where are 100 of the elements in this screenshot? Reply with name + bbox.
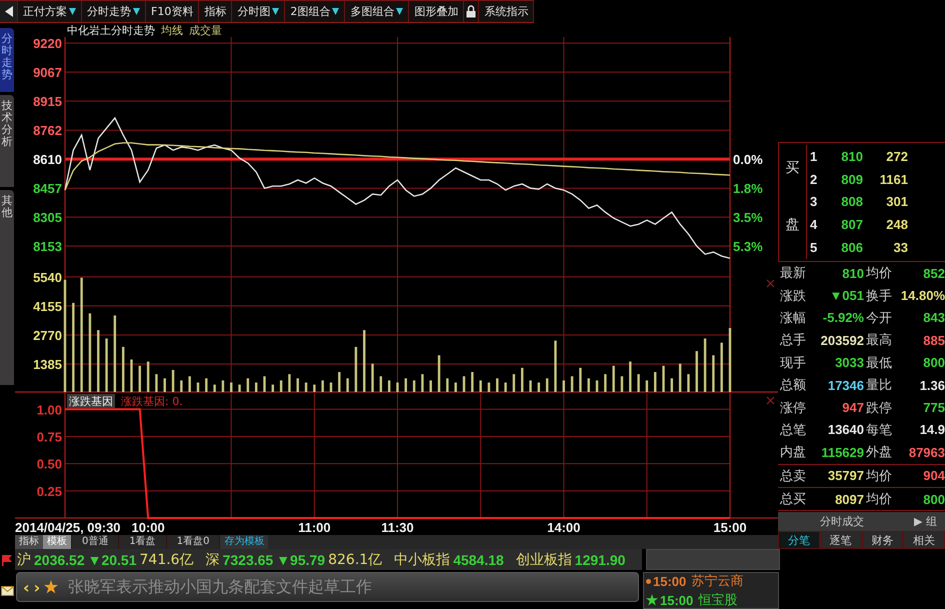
- volume-bar: [388, 380, 390, 392]
- quote-label: 均价: [865, 491, 893, 508]
- side-tab[interactable]: 技术分析: [0, 95, 14, 187]
- volume-bar: [222, 380, 224, 392]
- volume-bar: [562, 380, 565, 392]
- volume-bar: [122, 346, 124, 392]
- time-label: 11:00: [298, 520, 331, 535]
- trade-title: 分时成交: [820, 514, 864, 529]
- volume-bar: [654, 372, 656, 392]
- indicator-legend: 涨跌基因: 0.: [121, 395, 183, 408]
- volume-bar: [479, 380, 482, 392]
- volume-bar: [263, 376, 266, 392]
- volume-bar: [637, 374, 640, 392]
- side-tab[interactable]: 分时走势: [0, 28, 14, 92]
- index-name: 创业板指: [516, 550, 572, 568]
- volume-bar: [288, 374, 291, 392]
- scroll-left-button[interactable]: [0, 1, 18, 22]
- volume-bar: [728, 328, 732, 392]
- quote-value: 885: [922, 332, 945, 348]
- side-tab[interactable]: 其他: [0, 190, 14, 385]
- alert-title[interactable]: 苏宁云商: [691, 572, 744, 590]
- quote-value: 852: [922, 266, 945, 281]
- caret-icon: [332, 8, 340, 15]
- quote-label: 总卖: [779, 468, 807, 485]
- axis-label: 8457: [33, 181, 62, 196]
- volume-bar: [230, 382, 232, 392]
- volume-bar: [438, 355, 440, 392]
- envelope-icon[interactable]: [1, 586, 14, 596]
- volume-bar: [620, 376, 624, 392]
- side-label: 买: [786, 158, 800, 177]
- volume-bar: [430, 380, 432, 392]
- volume-bar: [346, 378, 349, 392]
- indicator-title: 涨跌基因: [67, 394, 115, 408]
- percent-label: 1.8%: [733, 181, 763, 196]
- caret-icon: [272, 8, 280, 15]
- quote-value: 800: [922, 492, 945, 507]
- volume-bar: [646, 380, 648, 392]
- volume-bar: [371, 364, 374, 392]
- trade-tab[interactable]: 财务: [862, 531, 904, 549]
- bid-price: 809: [840, 172, 863, 187]
- time-label: 2014/04/25, 09:30: [15, 520, 121, 535]
- flag-icon[interactable]: [1, 554, 14, 566]
- bid-volume: 248: [885, 217, 908, 232]
- volume-bar: [604, 374, 606, 392]
- level-number: 4: [806, 213, 818, 236]
- quote-value: 87963: [908, 444, 945, 460]
- bid-volume: 33: [892, 240, 908, 256]
- axis-label: 5540: [33, 270, 62, 285]
- volume-bar: [512, 374, 516, 392]
- quote-value: 775: [922, 400, 945, 416]
- alert-time: 15:00: [660, 592, 694, 608]
- level-number: 5: [806, 236, 818, 259]
- expand-button[interactable]: ▶ 组: [914, 514, 937, 529]
- volume-bar: [520, 368, 524, 392]
- axis-label: 9067: [33, 65, 62, 80]
- save-template-button[interactable]: 存为模板: [220, 535, 268, 549]
- volume-bar: [629, 362, 632, 392]
- volume-bar: [546, 378, 548, 392]
- chart-title: 中化岩土分时走势: [67, 24, 155, 37]
- bid-price: 808: [840, 194, 863, 210]
- quote-value: 115629: [820, 444, 864, 460]
- axis-label: 1385: [33, 356, 62, 372]
- axis-label: 0.25: [36, 484, 62, 499]
- quote-value: 35797: [826, 468, 864, 484]
- trade-tab[interactable]: 相关: [903, 531, 945, 549]
- alert-time: 15:00: [653, 574, 686, 588]
- quote-label: 最新: [779, 265, 807, 282]
- bid-volume: 301: [885, 194, 908, 210]
- index-value: 7323.65: [222, 552, 274, 568]
- volume-bar: [696, 351, 698, 392]
- index-name: 深: [206, 550, 220, 568]
- next-button[interactable]: ›: [34, 578, 40, 596]
- alert-title[interactable]: 恒宝股: [698, 591, 738, 609]
- volume-bar: [272, 384, 274, 392]
- lock-icon[interactable]: [466, 5, 476, 18]
- volume-bar: [712, 355, 715, 392]
- quote-value: ▼051: [828, 288, 864, 304]
- volume-bar: [138, 366, 142, 392]
- quote-label: 内盘: [779, 444, 807, 462]
- volume-bar: [313, 384, 316, 392]
- quote-label: 总手: [779, 332, 807, 350]
- quote-value: 17346: [826, 378, 864, 393]
- prev-button[interactable]: ‹: [23, 578, 30, 596]
- volume-bar: [529, 380, 532, 392]
- volume-bar: [454, 382, 457, 392]
- quote-value: -5.92%: [822, 310, 864, 326]
- quote-value: 800: [922, 355, 945, 370]
- level-number: 2: [806, 168, 818, 191]
- axis-label: 9220: [33, 37, 62, 52]
- volume-bar: [255, 382, 258, 392]
- volume-bar: [130, 359, 133, 392]
- quote-label: 涨跌: [779, 288, 807, 305]
- volume-bar: [704, 338, 706, 392]
- trade-tab[interactable]: 分笔: [778, 531, 820, 549]
- quote-value: 8097: [834, 492, 864, 507]
- volume-bar: [296, 378, 299, 392]
- time-label: 15:00: [713, 520, 747, 535]
- trade-tab[interactable]: 逐笔: [820, 531, 862, 549]
- time-label: 14:00: [547, 520, 580, 535]
- volume-bar: [720, 342, 723, 392]
